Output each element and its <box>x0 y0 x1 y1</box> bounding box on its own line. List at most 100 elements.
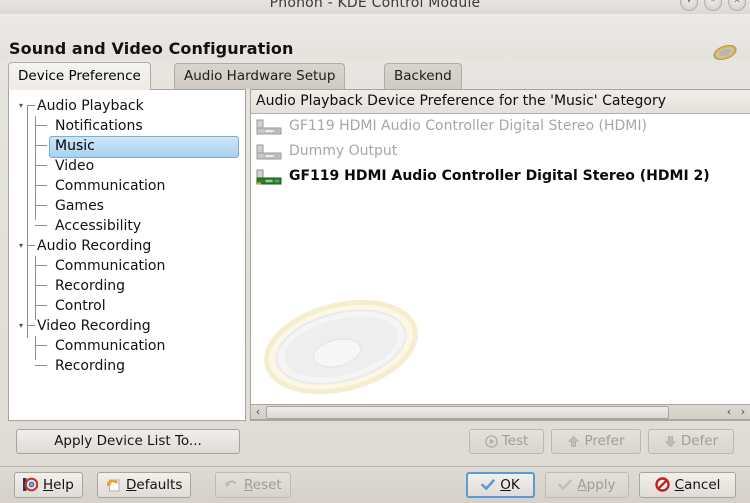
help-accel: H <box>43 477 54 493</box>
defaults-label: efaults <box>136 477 183 493</box>
device-list-header: Audio Playback Device Preference for the… <box>251 90 750 114</box>
ok-button[interactable]: OK <box>466 472 535 498</box>
shade-icon: ▾ <box>686 0 692 6</box>
soundcard-icon-disabled <box>256 119 284 135</box>
apply-device-list-to-button[interactable]: Apply Device List To... <box>16 429 240 454</box>
defer-label: Defer <box>680 433 719 449</box>
prefer-label: Prefer <box>584 433 625 449</box>
tab-backend[interactable]: Backend <box>384 63 462 89</box>
scrollbar-thumb[interactable] <box>266 405 669 419</box>
defer-button: Defer <box>648 429 734 454</box>
undo-document-icon <box>106 477 121 492</box>
tree-branch <box>35 205 47 206</box>
tree-item-audio-playback[interactable]: ▾ Audio Playback <box>9 96 245 116</box>
tree-item-communication-playback[interactable]: Communication <box>9 176 245 196</box>
speaker-watermark-icon <box>259 295 424 400</box>
chevron-down-icon[interactable]: ▾ <box>19 102 27 110</box>
device-label: GF119 HDMI Audio Controller Digital Ster… <box>289 168 710 184</box>
dialog-button-bar: Help Defaults Reset OK Apply Cancel <box>0 467 750 503</box>
scroll-right-arrow-icon-2[interactable]: › <box>736 405 750 419</box>
tree-item-label: Video <box>55 158 95 174</box>
tab-content-device-preference: ▾ Audio Playback Notifications Music Vid… <box>4 89 750 427</box>
tree-branch <box>35 165 47 166</box>
tree-branch <box>35 225 47 226</box>
tree-item-notifications[interactable]: Notifications <box>9 116 245 136</box>
tree-branch <box>27 105 35 106</box>
prefer-button: Prefer <box>551 429 641 454</box>
tree-branch <box>27 325 35 326</box>
cancel-label: ancel <box>684 477 721 493</box>
defaults-button[interactable]: Defaults <box>97 472 192 498</box>
shade-button[interactable]: ▾ <box>680 0 698 11</box>
tree-item-communication-video[interactable]: Communication <box>9 336 245 356</box>
tree-item-label: Music <box>55 138 95 154</box>
tree-item-label: Accessibility <box>55 218 142 234</box>
tab-device-preference[interactable]: Device Preference <box>8 62 151 90</box>
tree-item-label: Communication <box>55 338 166 354</box>
chevron-down-icon[interactable]: ▾ <box>19 322 27 330</box>
device-list-item[interactable]: GF119 HDMI Audio Controller Digital Ster… <box>251 114 750 139</box>
titlebar: Phonon - KDE Control Module ▾ – ✕ <box>0 0 750 14</box>
tree-branch <box>35 125 47 126</box>
device-label: GF119 HDMI Audio Controller Digital Ster… <box>289 118 647 134</box>
tree-branch <box>27 245 35 246</box>
tree-branch <box>35 265 47 266</box>
device-list-hscrollbar[interactable]: ‹ ‹ › <box>250 404 750 420</box>
window-controls: ▾ – ✕ <box>680 0 746 11</box>
arrow-up-icon <box>567 435 580 448</box>
tree-item-control[interactable]: Control <box>9 296 245 316</box>
tree-item-music[interactable]: Music <box>9 136 245 158</box>
tree-item-label: Communication <box>55 178 166 194</box>
scrollbar-track[interactable] <box>670 405 722 419</box>
check-icon <box>558 478 573 492</box>
tree-item-label: Recording <box>55 278 126 294</box>
tree-item-video-recording[interactable]: ▾ Video Recording <box>9 316 245 336</box>
tree-item-games[interactable]: Games <box>9 196 245 216</box>
window-title: Phonon - KDE Control Module <box>269 0 481 11</box>
tree-item-recording-video[interactable]: Recording <box>9 356 245 376</box>
tree-branch <box>35 365 47 366</box>
check-icon <box>481 478 496 492</box>
reset-accel: R <box>244 477 253 493</box>
cancel-icon <box>654 477 670 492</box>
scroll-right-arrow-icon-1[interactable]: ‹ <box>722 405 736 419</box>
soundcard-icon-enabled <box>256 169 284 185</box>
device-action-bar: Apply Device List To... Test Prefer Defe… <box>0 429 750 463</box>
defaults-accel: D <box>126 477 137 493</box>
tree-branch <box>35 305 47 306</box>
help-button[interactable]: Help <box>14 472 83 498</box>
minimize-button[interactable]: – <box>704 0 722 11</box>
tree-item-communication-recording[interactable]: Communication <box>9 256 245 276</box>
tree-item-audio-recording[interactable]: ▾ Audio Recording <box>9 236 245 256</box>
tree-item-label: Recording <box>55 358 126 374</box>
reset-label: eset <box>252 477 282 493</box>
device-list-item[interactable]: Dummy Output <box>251 139 750 164</box>
tab-audio-hardware-setup[interactable]: Audio Hardware Setup <box>174 63 346 89</box>
device-list-panel[interactable]: Audio Playback Device Preference for the… <box>250 89 750 421</box>
tree-item-recording-audio[interactable]: Recording <box>9 276 245 296</box>
category-tree-panel[interactable]: ▾ Audio Playback Notifications Music Vid… <box>8 89 246 421</box>
tree-item-label: Audio Playback <box>37 98 144 114</box>
phonon-kcm-window: Phonon - KDE Control Module ▾ – ✕ Sound … <box>0 0 750 503</box>
header-strip: Sound and Video Configuration <box>0 14 750 61</box>
tree-item-label: Audio Recording <box>37 238 152 254</box>
close-button[interactable]: ✕ <box>728 0 746 11</box>
tree-item-accessibility[interactable]: Accessibility <box>9 216 245 236</box>
tree-branch <box>35 145 47 146</box>
apply-accel: A <box>577 477 587 493</box>
ok-label: K <box>510 477 520 493</box>
scroll-left-arrow-icon[interactable]: ‹ <box>251 405 265 419</box>
cancel-button[interactable]: Cancel <box>639 472 736 498</box>
undo-icon <box>224 477 239 492</box>
chevron-down-icon[interactable]: ▾ <box>19 242 27 250</box>
category-tree: ▾ Audio Playback Notifications Music Vid… <box>9 90 245 376</box>
tree-item-label: Video Recording <box>37 318 151 334</box>
apply-label: pply <box>586 477 616 493</box>
tree-item-video[interactable]: Video <box>9 156 245 176</box>
cancel-accel: C <box>674 477 685 493</box>
tab-bar: Device Preference Audio Hardware Setup B… <box>0 62 750 90</box>
page-title: Sound and Video Configuration <box>9 39 294 58</box>
device-list-item[interactable]: GF119 HDMI Audio Controller Digital Ster… <box>251 164 750 189</box>
test-label: Test <box>501 433 529 449</box>
soundcard-icon-disabled <box>256 144 284 160</box>
